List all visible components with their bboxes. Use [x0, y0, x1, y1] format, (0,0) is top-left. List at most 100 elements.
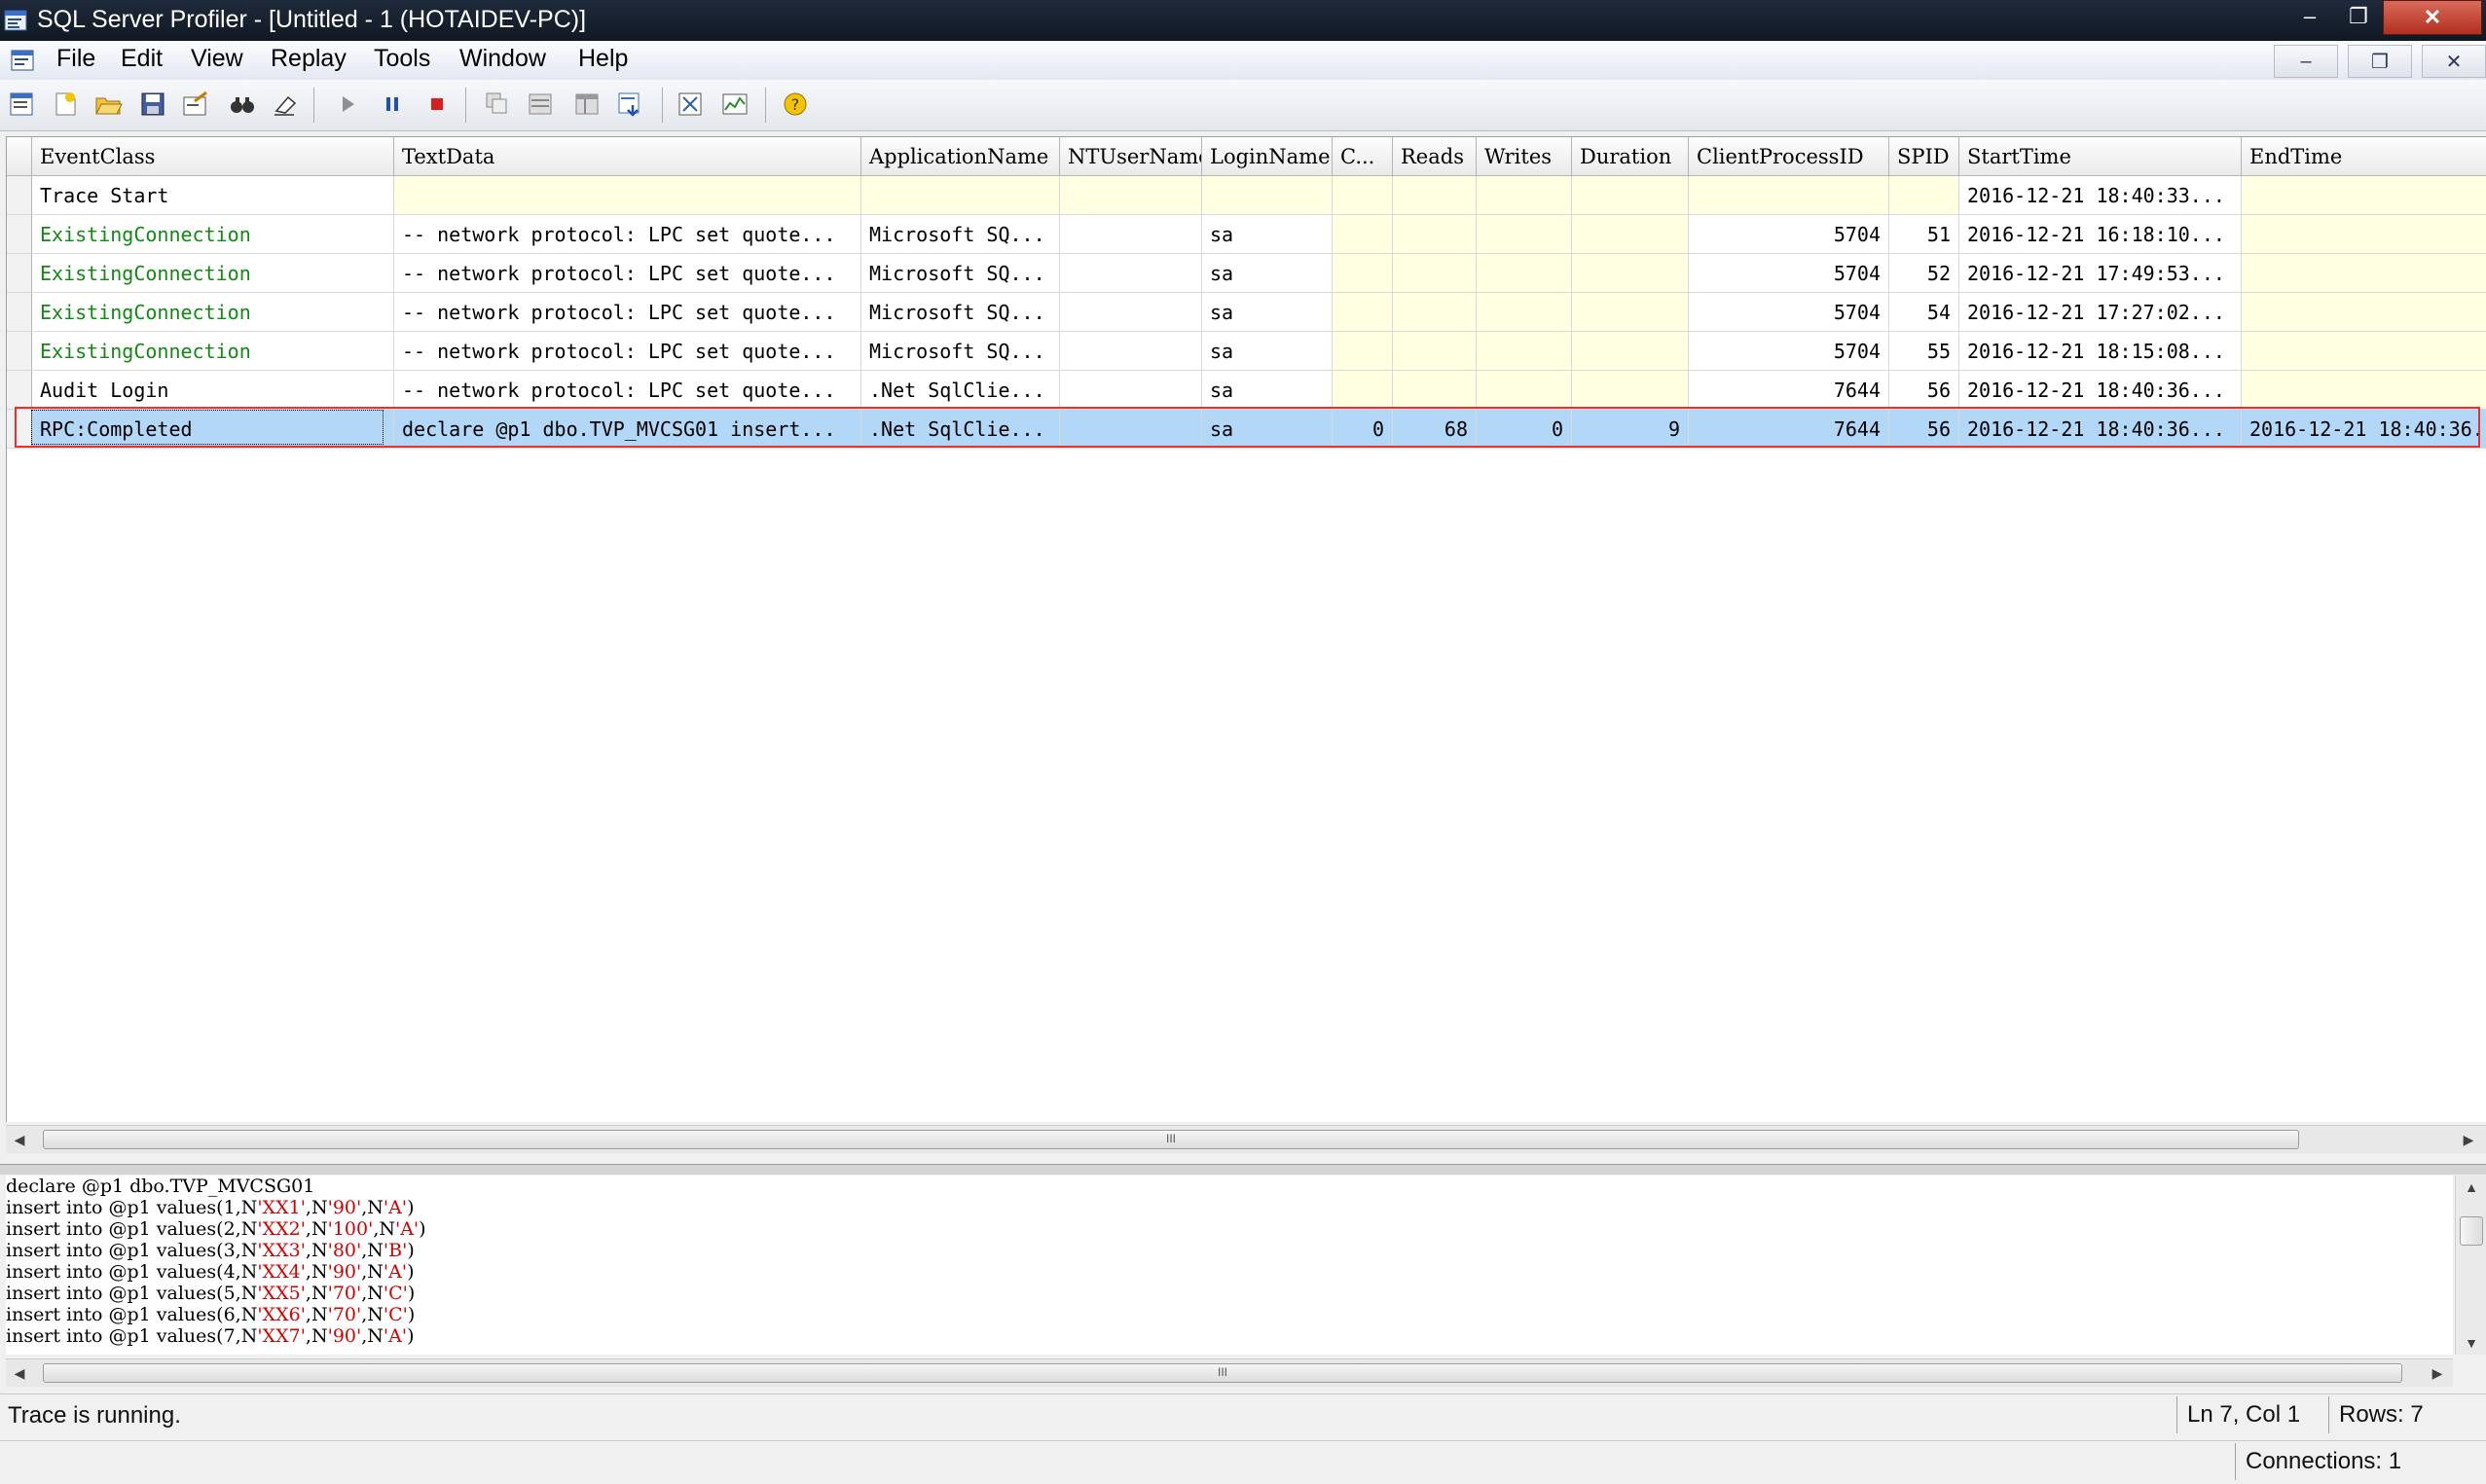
document-icon[interactable] [10, 47, 37, 74]
cell-starttime[interactable]: 2016-12-21 17:49:53... [1959, 254, 2242, 293]
cell-loginname[interactable]: sa [1202, 293, 1333, 332]
cell-endtime[interactable] [2242, 332, 2486, 371]
scroll-right-arrow[interactable]: ▶ [2455, 1126, 2482, 1153]
cell-applicationname[interactable]: Microsoft SQ... [861, 293, 1060, 332]
column-header-loginname[interactable]: LoginName [1202, 137, 1333, 176]
row-header[interactable] [7, 176, 32, 215]
column-header-applicationname[interactable]: ApplicationName [861, 137, 1060, 176]
cell-cpu[interactable] [1333, 176, 1393, 215]
cell-reads[interactable] [1393, 332, 1477, 371]
cell-starttime[interactable]: 2016-12-21 17:27:02... [1959, 293, 2242, 332]
cell-reads[interactable] [1393, 176, 1477, 215]
textdata-vertical-scrollbar[interactable]: ▲ ▼ [2455, 1176, 2486, 1355]
cell-applicationname[interactable]: .Net SqlClie... [861, 410, 1060, 449]
scroll-left-arrow[interactable]: ◀ [6, 1359, 33, 1387]
cell-reads[interactable] [1393, 254, 1477, 293]
cell-endtime[interactable]: 2016-12-21 18:40:36. [2242, 410, 2486, 449]
cell-applicationname[interactable] [861, 176, 1060, 215]
cell-spid[interactable]: 52 [1889, 254, 1959, 293]
column-header-reads[interactable]: Reads [1393, 137, 1477, 176]
cell-loginname[interactable]: sa [1202, 332, 1333, 371]
column-header-duration[interactable]: Duration [1572, 137, 1689, 176]
column-header-endtime[interactable]: EndTime [2242, 137, 2486, 176]
scroll-left-arrow[interactable]: ◀ [6, 1126, 33, 1153]
menu-tools[interactable]: Tools [374, 45, 430, 73]
cell-textdata[interactable]: -- network protocol: LPC set quote... [394, 371, 861, 410]
cell-writes[interactable] [1477, 176, 1572, 215]
menu-replay[interactable]: Replay [271, 45, 347, 73]
cell-starttime[interactable]: 2016-12-21 18:40:33... [1959, 176, 2242, 215]
cell-cpu[interactable]: 0 [1333, 410, 1393, 449]
menu-window[interactable]: Window [459, 45, 546, 73]
cell-duration[interactable] [1572, 293, 1689, 332]
cell-clientprocessid[interactable]: 5704 [1689, 215, 1889, 254]
cell-textdata[interactable]: -- network protocol: LPC set quote... [394, 332, 861, 371]
cell-duration[interactable] [1572, 254, 1689, 293]
cell-reads[interactable] [1393, 215, 1477, 254]
cell-loginname[interactable]: sa [1202, 254, 1333, 293]
grouped-view-icon[interactable] [524, 88, 557, 121]
cell-writes[interactable] [1477, 215, 1572, 254]
mdi-minimize-button[interactable]: – [2274, 45, 2338, 78]
textdata-hscroll-thumb[interactable]: III [43, 1363, 2402, 1383]
cell-textdata[interactable]: -- network protocol: LPC set quote... [394, 293, 861, 332]
cell-textdata[interactable]: declare @p1 dbo.TVP_MVCSG01 insert... [394, 410, 861, 449]
cell-writes[interactable] [1477, 371, 1572, 410]
row-header[interactable] [7, 215, 32, 254]
grid-scroll-thumb[interactable]: III [43, 1130, 2299, 1149]
cell-spid[interactable]: 56 [1889, 410, 1959, 449]
performance-monitor-icon[interactable] [718, 88, 751, 121]
cell-eventclass[interactable]: ExistingConnection [32, 332, 394, 371]
scroll-right-arrow[interactable]: ▶ [2424, 1359, 2451, 1387]
cell-duration[interactable]: 9 [1572, 410, 1689, 449]
column-header-cpu[interactable]: C... [1333, 137, 1393, 176]
columns-icon[interactable] [570, 88, 603, 121]
column-header-spid[interactable]: SPID [1889, 137, 1959, 176]
cell-clientprocessid[interactable]: 5704 [1689, 254, 1889, 293]
cell-duration[interactable] [1572, 332, 1689, 371]
find-icon[interactable] [226, 88, 259, 121]
cell-writes[interactable]: 0 [1477, 410, 1572, 449]
pause-icon[interactable] [376, 88, 409, 121]
pane-splitter[interactable] [0, 1164, 2486, 1175]
menu-file[interactable]: File [56, 45, 95, 73]
cell-ntusername[interactable] [1060, 176, 1202, 215]
mdi-restore-button[interactable]: ❐ [2348, 45, 2412, 78]
mdi-close-button[interactable]: ✕ [2422, 45, 2486, 78]
cell-cpu[interactable] [1333, 293, 1393, 332]
cell-applicationname[interactable]: Microsoft SQ... [861, 215, 1060, 254]
cell-applicationname[interactable]: .Net SqlClie... [861, 371, 1060, 410]
textdata-horizontal-scrollbar[interactable]: ◀ III ▶ [6, 1358, 2453, 1387]
cell-eventclass[interactable]: Audit Login [32, 371, 394, 410]
cell-writes[interactable] [1477, 293, 1572, 332]
cell-eventclass[interactable]: ExistingConnection [32, 293, 394, 332]
cell-clientprocessid[interactable] [1689, 176, 1889, 215]
cell-ntusername[interactable] [1060, 371, 1202, 410]
cell-ntusername[interactable] [1060, 293, 1202, 332]
scroll-up-arrow[interactable]: ▲ [2456, 1176, 2486, 1199]
cell-reads[interactable] [1393, 371, 1477, 410]
column-header-eventclass[interactable]: EventClass [32, 137, 394, 176]
cell-spid[interactable]: 54 [1889, 293, 1959, 332]
cell-ntusername[interactable] [1060, 254, 1202, 293]
help-icon[interactable]: ? [779, 88, 812, 121]
open-icon[interactable] [91, 88, 125, 121]
minimize-button[interactable]: – [2285, 0, 2334, 33]
cell-ntusername[interactable] [1060, 332, 1202, 371]
stop-icon[interactable] [420, 88, 454, 121]
cell-textdata[interactable]: -- network protocol: LPC set quote... [394, 254, 861, 293]
cell-endtime[interactable] [2242, 176, 2486, 215]
cell-loginname[interactable]: sa [1202, 371, 1333, 410]
cell-cpu[interactable] [1333, 254, 1393, 293]
cell-duration[interactable] [1572, 215, 1689, 254]
column-header-clientprocessid[interactable]: ClientProcessID [1689, 137, 1889, 176]
column-header-writes[interactable]: Writes [1477, 137, 1572, 176]
cell-loginname[interactable] [1202, 176, 1333, 215]
cell-endtime[interactable] [2242, 371, 2486, 410]
textdata-panel[interactable]: declare @p1 dbo.TVP_MVCSG01 insert into @… [6, 1176, 2453, 1355]
cell-spid[interactable] [1889, 176, 1959, 215]
cell-loginname[interactable]: sa [1202, 410, 1333, 449]
cell-endtime[interactable] [2242, 215, 2486, 254]
cell-duration[interactable] [1572, 176, 1689, 215]
cell-spid[interactable]: 51 [1889, 215, 1959, 254]
